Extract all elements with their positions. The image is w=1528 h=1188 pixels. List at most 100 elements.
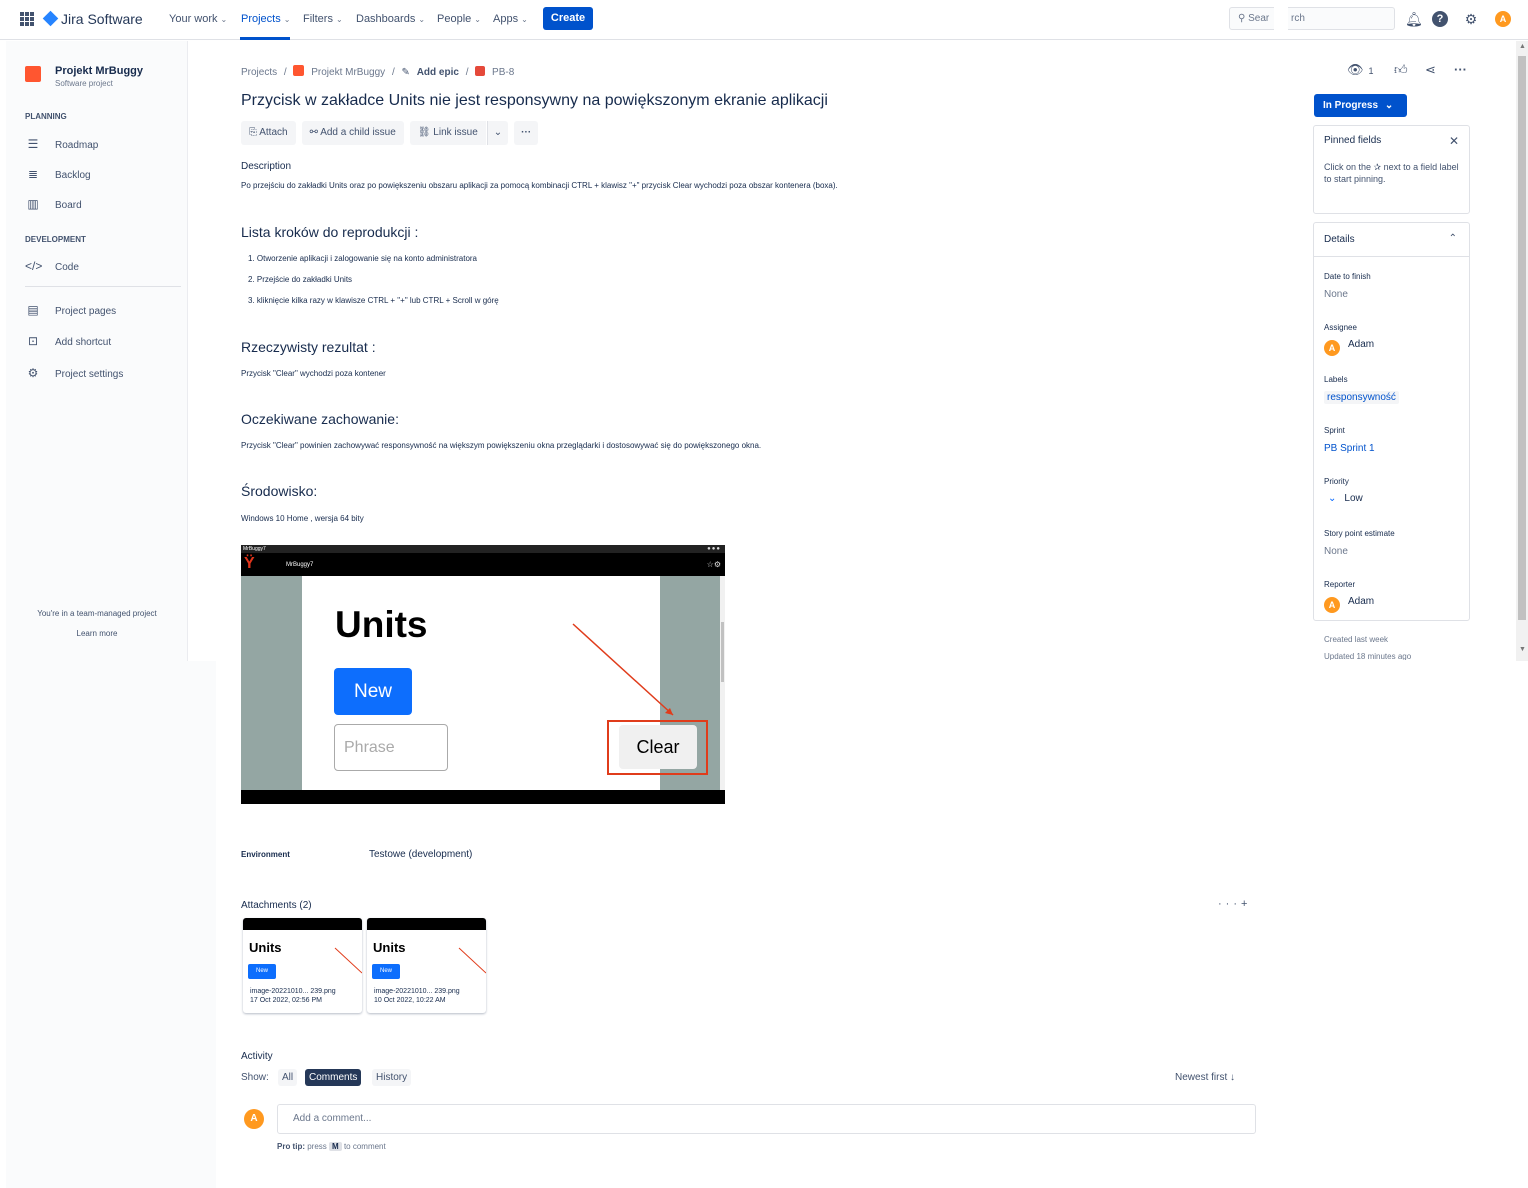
breadcrumb-project[interactable]: Projekt MrBuggy xyxy=(311,67,385,78)
project-sidebar: Projekt MrBuggy Software project PLANNIN… xyxy=(6,41,188,661)
link-issue-button[interactable]: ⛓ Link issue xyxy=(409,121,486,145)
scrollbar-thumb xyxy=(1518,56,1526,620)
embedded-screenshot[interactable]: MrBuggy7 ●●● Ÿ MrBuggy7 ☆⚙ Units New Phra… xyxy=(241,545,725,804)
nav-apps[interactable]: Apps ⌄ xyxy=(493,13,528,25)
field-label-reporter: Reporter xyxy=(1324,580,1356,589)
nav-projects[interactable]: Projects ⌄ xyxy=(241,13,290,25)
share-icon[interactable]: ⋖ xyxy=(1425,62,1436,78)
description-text[interactable]: Po przejściu do zakładki Units oraz po p… xyxy=(241,181,838,190)
sidebar-divider xyxy=(25,286,181,287)
nav-people[interactable]: People ⌄ xyxy=(437,13,481,25)
add-child-issue-button[interactable]: ⚯ Add a child issue xyxy=(301,121,404,145)
profile-avatar[interactable]: A xyxy=(1495,11,1511,27)
nav-filters[interactable]: Filters ⌄ xyxy=(303,13,343,25)
sidebar-item-project-settings[interactable]: ⚙ Project settings xyxy=(25,366,124,380)
search-input[interactable]: ⚲ Sear xyxy=(1229,7,1395,30)
field-label-assignee: Assignee xyxy=(1324,323,1357,332)
link-issue-dropdown[interactable]: ⌄ xyxy=(486,121,509,145)
attachment-actions: ···+ xyxy=(1218,898,1251,910)
details-panel: Details ⌃ Date to finish None Assignee A… xyxy=(1313,222,1470,621)
project-name[interactable]: Projekt MrBuggy xyxy=(55,65,143,77)
filter-all[interactable]: All xyxy=(278,1069,298,1086)
watch-icon[interactable]: 👁︎ 1 xyxy=(1347,62,1374,78)
product-name[interactable]: Jira Software xyxy=(61,11,143,27)
project-avatar-icon xyxy=(25,66,41,82)
attach-button[interactable]: ⎘ Attach xyxy=(241,121,296,145)
field-value-priority[interactable]: ⌄ Low xyxy=(1324,493,1363,504)
chevron-up-icon[interactable]: ⌃ xyxy=(1449,233,1457,244)
add-icon[interactable]: + xyxy=(1241,898,1251,910)
filter-history[interactable]: History xyxy=(372,1069,412,1086)
page-icon: ▤ xyxy=(27,303,39,317)
sidebar-item-roadmap[interactable]: ☰ Roadmap xyxy=(25,137,99,151)
sidebar-item-backlog[interactable]: ≣ Backlog xyxy=(25,167,91,181)
field-value-reporter[interactable]: A Adam xyxy=(1324,596,1374,613)
user-avatar: A xyxy=(244,1109,264,1129)
pinned-fields-panel: Pinned fields ✕ Click on the ✰ next to a… xyxy=(1313,125,1470,214)
description-label: Description xyxy=(241,161,292,172)
board-icon: ▥ xyxy=(27,197,39,211)
breadcrumb-issue-key[interactable]: PB-8 xyxy=(492,67,514,78)
step-item: 2. Przejście do zakładki Units xyxy=(248,275,353,284)
project-type: Software project xyxy=(55,79,113,88)
chevron-down-icon: ⌄ xyxy=(521,15,528,24)
help-icon[interactable]: ? xyxy=(1432,11,1448,27)
issue-title[interactable]: Przycisk w zakładce Units nie jest respo… xyxy=(241,92,828,110)
environment-field-value[interactable]: Testowe (development) xyxy=(369,849,472,860)
avatar: A xyxy=(1324,597,1340,613)
more-actions-button[interactable]: ··· xyxy=(514,121,539,145)
sidebar-item-board[interactable]: ▥ Board xyxy=(25,197,81,211)
field-value-assignee[interactable]: A Adam xyxy=(1324,339,1374,356)
details-divider xyxy=(1314,256,1469,257)
breadcrumb-add-epic[interactable]: Add epic xyxy=(417,67,459,78)
scroll-down-icon: ▼ xyxy=(1519,646,1526,653)
details-title[interactable]: Details xyxy=(1324,234,1355,245)
attachment-filename: image-20221010... 239.png xyxy=(374,988,460,995)
attachment-filename: image-20221010... 239.png xyxy=(250,988,336,995)
app-switcher-icon[interactable] xyxy=(20,12,34,26)
settings-gear-icon[interactable]: ⚙ xyxy=(1463,11,1479,27)
field-value-story-points[interactable]: None xyxy=(1324,546,1348,557)
comment-input[interactable]: Add a comment... xyxy=(277,1104,1256,1134)
nav-your-work[interactable]: Your work ⌄ xyxy=(169,13,227,25)
pinned-fields-title: Pinned fields xyxy=(1324,135,1382,146)
chevron-down-icon: ⌄ xyxy=(1384,100,1394,111)
actual-result-text: Przycisk "Clear" wychodzi poza kontener xyxy=(241,369,386,378)
filter-comments[interactable]: Comments xyxy=(305,1069,362,1086)
sidebar-item-code[interactable]: </> Code xyxy=(25,259,79,273)
chevron-down-icon: ⌄ xyxy=(474,15,481,24)
environment-text: Windows 10 Home , wersja 64 bity xyxy=(241,514,364,523)
sort-newest-first[interactable]: Newest first ↓ xyxy=(1175,1072,1235,1083)
like-icon[interactable]: 👍︎ xyxy=(1394,62,1408,78)
status-dropdown[interactable]: In Progress ⌄ xyxy=(1314,94,1407,117)
create-button[interactable]: Create xyxy=(543,7,593,30)
team-managed-note: You're in a team-managed project xyxy=(37,609,157,618)
attachment-card[interactable]: Units New image-20221010... 239.png 17 O… xyxy=(243,918,362,1013)
updated-timestamp: Updated 18 minutes ago xyxy=(1324,652,1412,660)
more-icon[interactable]: ··· xyxy=(1454,62,1467,77)
field-value-labels[interactable]: responsywność xyxy=(1324,391,1399,404)
pinned-fields-hint: Click on the ✰ next to a field label to … xyxy=(1324,162,1459,184)
breadcrumb-projects[interactable]: Projects xyxy=(241,67,277,78)
roadmap-icon: ☰ xyxy=(27,137,39,151)
more-icon[interactable]: ··· xyxy=(1218,898,1241,910)
attachments-heading: Attachments (2) xyxy=(241,900,312,911)
notifications-icon[interactable]: 🔔︎ xyxy=(1405,11,1423,27)
field-value-date-to-finish[interactable]: None xyxy=(1324,289,1348,300)
pro-tip: Pro tip: press M to comment xyxy=(277,1142,386,1151)
sidebar-item-add-shortcut[interactable]: ⊡ Add shortcut xyxy=(25,334,111,348)
page-scrollbar[interactable]: ▲ ▼ xyxy=(1516,41,1528,661)
expected-behavior-text: Przycisk "Clear" powinien zachowywać res… xyxy=(241,441,762,450)
field-value-sprint[interactable]: PB Sprint 1 xyxy=(1324,443,1375,454)
nav-dashboards[interactable]: Dashboards ⌄ xyxy=(356,13,425,25)
chevron-down-icon: ⌄ xyxy=(220,15,228,24)
close-icon[interactable]: ✕ xyxy=(1449,134,1459,148)
expected-behavior-heading: Oczekiwane zachowanie: xyxy=(241,411,399,427)
search-gap xyxy=(1274,7,1288,31)
learn-more-link[interactable]: Learn more xyxy=(6,629,188,638)
annotation-arrow xyxy=(572,623,674,716)
created-timestamp: Created last week xyxy=(1324,635,1389,644)
attachment-card[interactable]: Units New image-20221010... 239.png 10 O… xyxy=(367,918,486,1013)
breadcrumb: Projects / Projekt MrBuggy / ✎ Add epic … xyxy=(241,65,515,78)
sidebar-item-project-pages[interactable]: ▤ Project pages xyxy=(25,303,116,317)
